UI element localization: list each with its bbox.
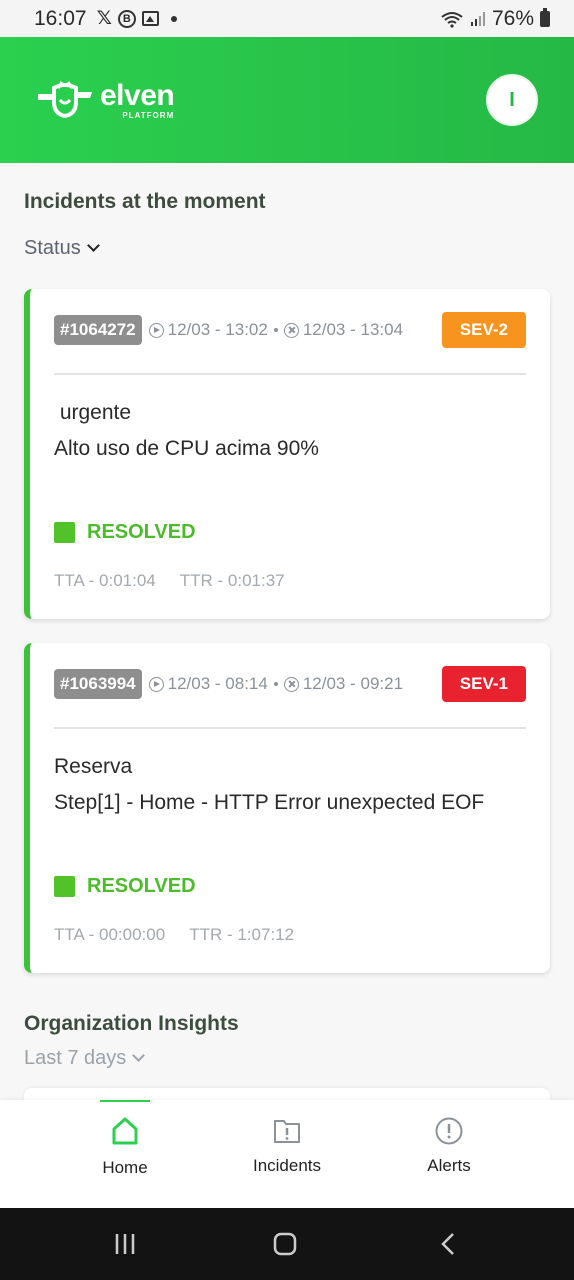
incident-status: RESOLVED [54, 875, 196, 898]
status-bar: 16:07 𝕏 B 76% [0, 0, 574, 37]
elven-logo-icon [38, 81, 92, 119]
incident-times: 12/03 - 08:14 12/03 - 09:21 [148, 674, 404, 694]
separator-dot [273, 682, 278, 686]
nav-label-incidents: Incidents [252, 1156, 322, 1175]
period-filter[interactable]: Last 7 days [24, 1047, 146, 1070]
incident-times: 12/03 - 13:02 12/03 - 13:04 [148, 320, 404, 340]
incident-card[interactable]: #1063994 12/03 - 08:14 12/03 - 09:21 SEV… [24, 643, 550, 973]
home-system-icon[interactable] [273, 1232, 297, 1256]
card-divider [54, 727, 526, 729]
status-filter-label: Status [24, 237, 81, 259]
alert-circle-icon [435, 1117, 463, 1145]
incident-id: #1064272 [54, 315, 142, 345]
status-filter[interactable]: Status [24, 237, 100, 260]
home-icon [112, 1117, 138, 1145]
incident-start-time: 12/03 - 08:14 [167, 674, 268, 693]
incidents-title: Incidents at the moment [24, 190, 266, 213]
bottom-navigation: Home Incidents Alerts [0, 1100, 574, 1208]
incident-card[interactable]: #1064272 12/03 - 13:02 12/03 - 13:04 SEV… [24, 289, 550, 619]
b-app-icon: B [117, 9, 136, 28]
nav-item-incidents[interactable]: Incidents [222, 1100, 352, 1208]
chevron-down-icon [86, 239, 100, 252]
tta-value: TTA - 0:01:04 [54, 571, 156, 590]
logo-name: elven [100, 78, 175, 112]
incident-metrics: TTA - 0:01:04 TTR - 0:01:37 [54, 571, 285, 591]
nav-label-home: Home [102, 1158, 148, 1177]
ttr-value: TTR - 1:07:12 [189, 925, 295, 944]
insights-card [24, 1088, 550, 1100]
recent-apps-icon[interactable] [113, 1232, 137, 1256]
incident-status: RESOLVED [54, 521, 196, 544]
nav-label-alerts: Alerts [427, 1156, 471, 1175]
separator-dot [273, 328, 278, 332]
logo-subtitle: PLATFORM [122, 110, 175, 120]
nav-item-home[interactable]: Home [60, 1100, 190, 1208]
status-time: 16:07 [34, 6, 87, 30]
period-filter-label: Last 7 days [24, 1047, 127, 1069]
battery-percent: 76% [491, 6, 534, 30]
severity-badge: SEV-2 [441, 312, 526, 348]
main-content[interactable]: Incidents at the moment Status #1064272 … [0, 163, 574, 1100]
status-square-icon [54, 876, 75, 897]
close-circle-icon [283, 322, 299, 338]
incident-title: Reserva [54, 755, 133, 778]
incident-description: Step[1] - Home - HTTP Error unexpected E… [54, 791, 485, 814]
notification-dot-icon [170, 15, 177, 22]
app-header: elven PLATFORM I [0, 37, 574, 163]
tta-value: TTA - 00:00:00 [54, 925, 166, 944]
incident-start-time: 12/03 - 13:02 [167, 320, 268, 339]
chevron-down-icon [132, 1049, 146, 1062]
status-label: RESOLVED [87, 875, 196, 897]
ttr-value: TTR - 0:01:37 [179, 571, 285, 590]
battery-icon [540, 7, 550, 27]
active-indicator [100, 1100, 150, 1102]
elven-logo[interactable]: elven PLATFORM [36, 78, 175, 120]
wifi-icon [441, 11, 463, 28]
nav-item-alerts[interactable]: Alerts [384, 1100, 514, 1208]
folder-alert-icon [274, 1120, 300, 1143]
user-avatar[interactable]: I [486, 74, 538, 126]
x-app-icon: 𝕏 [96, 8, 112, 29]
status-label: RESOLVED [87, 521, 196, 543]
system-navigation-bar [0, 1208, 574, 1280]
status-square-icon [54, 522, 75, 543]
incident-description: Alto uso de CPU acima 90% [54, 437, 319, 460]
signal-icon [470, 11, 485, 26]
play-circle-icon [148, 322, 164, 338]
card-divider [54, 373, 526, 375]
insights-title: Organization Insights [24, 1012, 239, 1035]
close-circle-icon [283, 676, 299, 692]
play-circle-icon [148, 676, 164, 692]
gallery-icon [141, 11, 159, 26]
back-icon[interactable] [437, 1232, 461, 1256]
severity-badge: SEV-1 [441, 666, 526, 702]
incident-metrics: TTA - 00:00:00 TTR - 1:07:12 [54, 925, 294, 945]
incident-end-time: 12/03 - 13:04 [302, 320, 404, 339]
incident-end-time: 12/03 - 09:21 [302, 674, 404, 693]
incident-id: #1063994 [54, 669, 142, 699]
incident-title: urgente [54, 401, 132, 424]
